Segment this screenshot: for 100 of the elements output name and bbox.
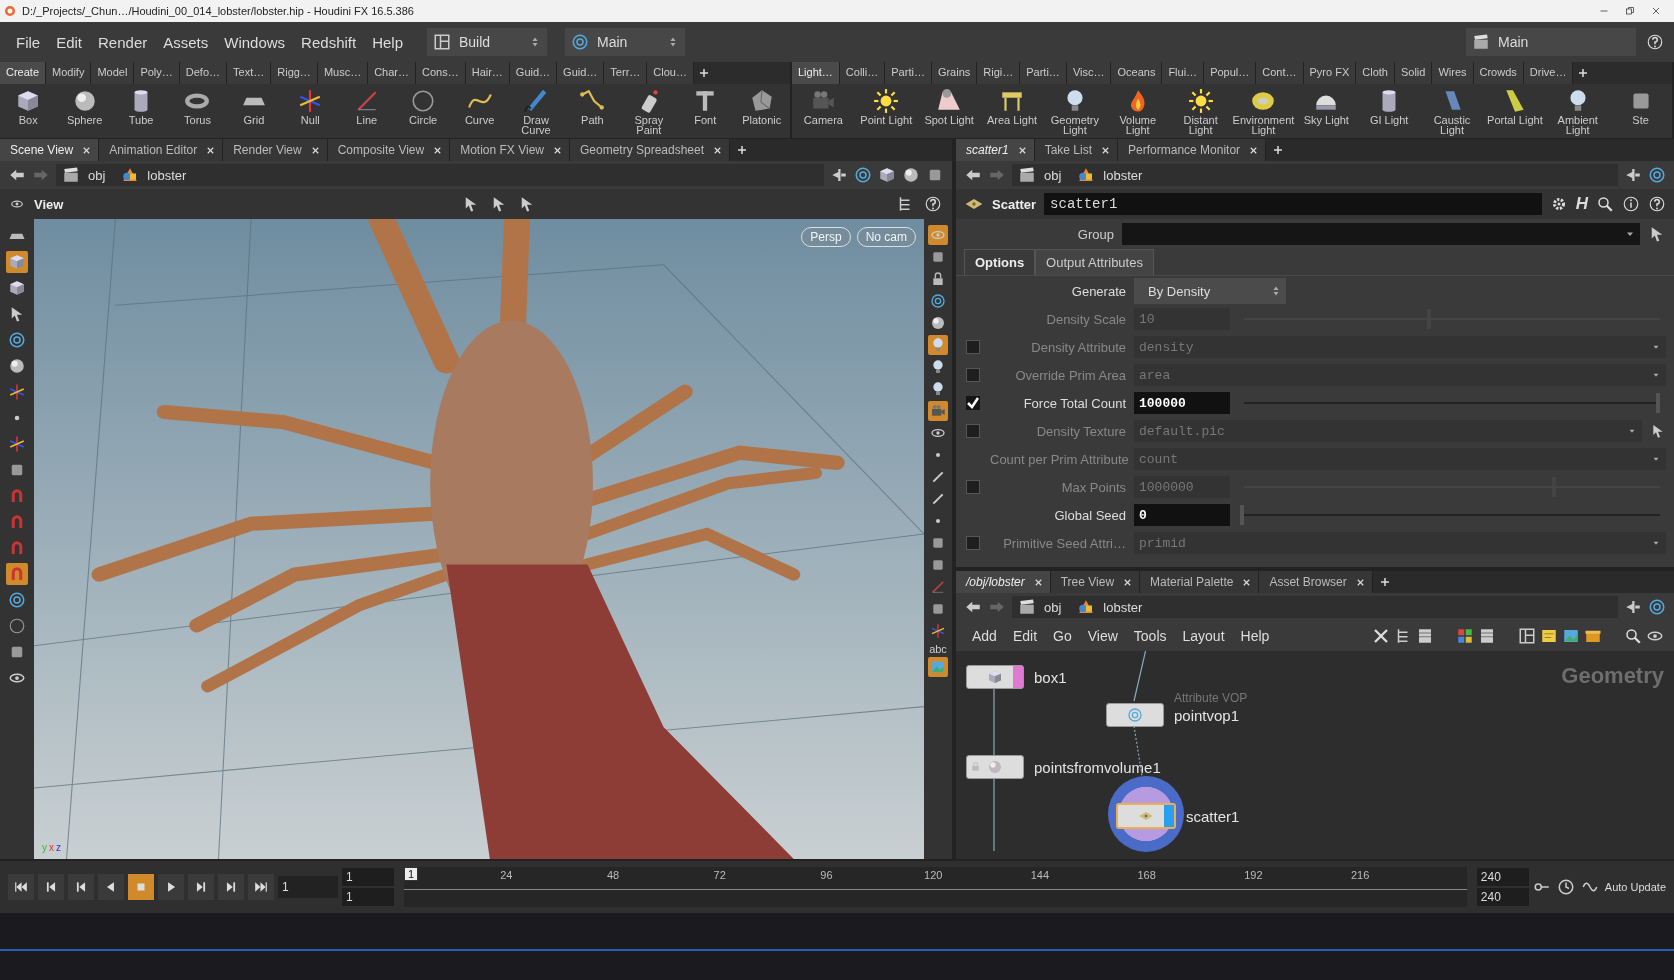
pen-icon[interactable] [523, 88, 549, 114]
shelf-tool-label[interactable]: Spot Light [924, 115, 974, 125]
menu-item[interactable]: Render [92, 29, 154, 55]
shelf-tool-label[interactable]: Ste [1632, 115, 1649, 125]
shelf-tab[interactable]: Cloth [1356, 62, 1395, 84]
shelf-tool-label[interactable]: Null [300, 115, 320, 125]
playback-button[interactable] [218, 874, 244, 900]
shelf-tab[interactable]: Drive… [1523, 62, 1574, 84]
shelf-tool-label[interactable]: Box [18, 115, 38, 125]
target-icon[interactable] [1648, 166, 1666, 184]
shelf-tab[interactable]: Solid [1394, 62, 1433, 84]
group-field[interactable] [1122, 223, 1640, 245]
number-field[interactable]: 100000 [1134, 392, 1230, 414]
shelf-tool-label[interactable]: Draw Curve [508, 115, 564, 135]
pane-tab[interactable]: Asset Browser [1259, 571, 1373, 593]
search-icon[interactable] [1596, 195, 1614, 213]
list-icon[interactable] [1416, 627, 1434, 645]
end-frame-field[interactable]: 240 [1476, 868, 1529, 886]
shelf-tab[interactable]: Guid… [557, 62, 605, 84]
shelf-tab[interactable]: Poly… [134, 62, 180, 84]
desktop-selector[interactable]: Build [427, 28, 547, 56]
menu-item[interactable]: Go [1047, 626, 1078, 646]
parameter-tab[interactable]: Options [964, 249, 1036, 275]
frame-field[interactable]: 1 [278, 876, 338, 898]
shelf-tool-label[interactable]: Spray Paint [621, 115, 677, 135]
help-button[interactable]: H [1575, 194, 1588, 214]
path-segment[interactable]: lobster [147, 167, 195, 183]
menu-item[interactable]: Edit [50, 29, 89, 55]
menu-item[interactable]: Tools [1127, 626, 1173, 646]
pin-icon[interactable] [1624, 166, 1642, 184]
sun-icon[interactable] [1187, 88, 1214, 114]
menu-item[interactable]: Redshift [295, 29, 363, 55]
shelf-tool-label[interactable]: Sky Light [1303, 115, 1349, 125]
add-icon[interactable] [1378, 576, 1391, 588]
shelf-tab[interactable]: Pyro FX [1303, 62, 1357, 84]
pane-tab[interactable]: /obj/lobster [956, 571, 1051, 593]
target-icon[interactable] [1648, 598, 1666, 616]
path-segment[interactable]: obj [88, 167, 114, 183]
shelf-tab[interactable]: Rigi… [977, 62, 1021, 84]
pane-tab[interactable]: Take List [1034, 139, 1119, 161]
shelf-tool-label[interactable]: Sphere [66, 115, 103, 125]
shelf-tool-label[interactable]: Caustic Light [1421, 115, 1483, 135]
sphere-icon[interactable] [902, 166, 920, 184]
pane-tab[interactable]: Tree View [1050, 571, 1141, 593]
pane-tab[interactable]: Performance Monitor [1118, 139, 1267, 161]
shelf-tab[interactable]: Parti… [1020, 62, 1067, 84]
playback-button[interactable] [188, 874, 214, 900]
shelf-tool-label[interactable]: Tube [128, 115, 154, 125]
menu-item[interactable]: View [1081, 626, 1124, 646]
help-icon[interactable] [1648, 195, 1666, 213]
path-bar[interactable]: obj lobster [1012, 164, 1618, 186]
shelf-tab[interactable]: Text… [227, 62, 272, 84]
pane-tab[interactable]: Render View [223, 139, 328, 161]
playback-button[interactable] [158, 874, 184, 900]
playback-button[interactable] [38, 874, 64, 900]
start-frame-field[interactable]: 1 [342, 868, 394, 886]
menu-item[interactable]: Help [366, 29, 409, 55]
shelf-tab[interactable]: Flui… [1162, 62, 1205, 84]
shelf-tab[interactable]: Grains [931, 62, 978, 84]
add-icon[interactable] [1272, 144, 1285, 156]
shelf-tab[interactable]: Hair… [465, 62, 510, 84]
auto-update-menu[interactable]: Auto Update [1604, 881, 1666, 893]
playback-button[interactable] [68, 874, 94, 900]
path-segment[interactable]: obj [1044, 167, 1070, 183]
clock-icon[interactable] [1556, 878, 1575, 896]
shelf-tab[interactable]: Crowds [1473, 62, 1524, 84]
shelf-tool-label[interactable]: Path [581, 115, 604, 125]
pin-icon[interactable] [1624, 598, 1642, 616]
shelf-tool-label[interactable]: Geometry Light [1044, 115, 1106, 135]
pin-icon[interactable] [830, 166, 848, 184]
help-icon[interactable] [1646, 33, 1664, 51]
list-icon[interactable] [1478, 627, 1496, 645]
path-segment[interactable]: lobster [1103, 167, 1151, 183]
pane-tab[interactable]: Composite View [327, 139, 451, 161]
menu-item[interactable]: Layout [1176, 626, 1231, 646]
shelf-tool-label[interactable]: Torus [184, 115, 211, 125]
sticky-note-icon[interactable] [1540, 627, 1558, 645]
shelf-tab[interactable]: Cont… [1256, 62, 1304, 84]
tools-icon[interactable] [1372, 627, 1390, 645]
shelf-tool-label[interactable]: Point Light [860, 115, 913, 125]
shelf-tab[interactable]: Model [91, 62, 135, 84]
menu-item[interactable]: Windows [218, 29, 292, 55]
pane-tab[interactable]: scatter1 [956, 139, 1035, 161]
shelf-tool-label[interactable]: Environment Light [1232, 115, 1295, 135]
shelf-tool-label[interactable]: Ambient Light [1547, 115, 1609, 135]
shelf-tab[interactable]: Visc… [1066, 62, 1112, 84]
shelf-tool-label[interactable]: GI Light [1369, 115, 1409, 125]
menu-item[interactable]: Assets [157, 29, 215, 55]
shelf-tab[interactable]: Modify [46, 62, 92, 84]
close-icon[interactable] [1650, 5, 1662, 17]
shelf-tab[interactable]: Create [0, 62, 47, 84]
network-node[interactable] [1116, 803, 1176, 829]
shelf-tool-label[interactable]: Distant Light [1170, 115, 1231, 135]
path-bar[interactable]: obj lobster [56, 164, 824, 186]
menu-item[interactable]: File [10, 29, 47, 55]
menu-item[interactable]: Help [1234, 626, 1276, 646]
desktop-selector[interactable]: Main [565, 28, 685, 56]
path-segment[interactable]: lobster [1103, 599, 1151, 615]
shelf-tool-label[interactable]: Font [694, 115, 717, 125]
shelf-tool-label[interactable]: Camera [803, 115, 843, 125]
